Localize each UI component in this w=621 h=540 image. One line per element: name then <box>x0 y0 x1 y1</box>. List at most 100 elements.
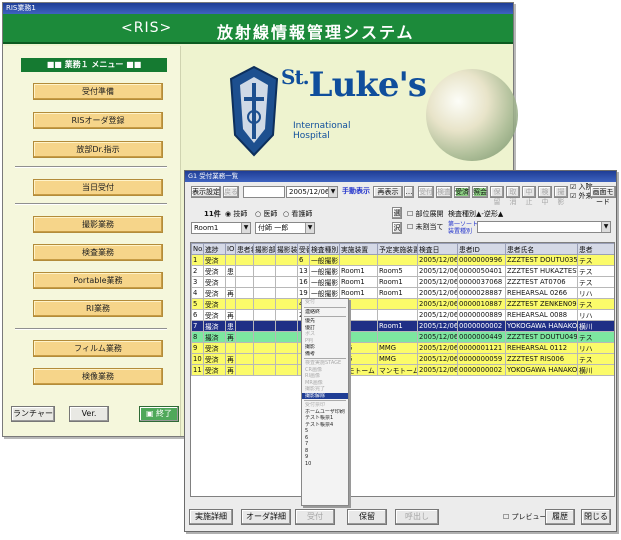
redisplay-options-button[interactable]: … <box>404 186 414 198</box>
context-menu-item[interactable]: 検査実施STAGE <box>302 360 348 367</box>
column-header[interactable]: 検査種別 <box>309 243 340 255</box>
table-cell-kana: テス <box>577 254 614 266</box>
back-button[interactable]: 戻る <box>223 186 239 198</box>
menu-button-today-reception[interactable]: 当日受付 <box>33 179 163 196</box>
redisplay-button[interactable]: 再表示 <box>373 186 403 198</box>
column-header[interactable]: 進捗 <box>203 243 226 255</box>
toolbar-button-accept[interactable]: 受付 <box>418 186 434 198</box>
column-header[interactable]: IO <box>225 243 236 255</box>
table-cell-io: 再 <box>225 353 236 365</box>
context-menu-item[interactable]: 連絡終 <box>302 309 348 316</box>
context-menu-item[interactable]: 撮影解除 <box>302 392 348 399</box>
chevron-down-icon[interactable]: ▼ <box>601 222 610 232</box>
order-detail-button[interactable]: オーダ詳細 <box>241 509 291 525</box>
display-settings-button[interactable]: 表示設定 <box>191 186 221 198</box>
table-row[interactable]: 5受済4一般撮影2005/12/060000010887ZZZTEST ZENK… <box>191 298 614 310</box>
context-menu-item[interactable]: 備考 <box>302 351 348 358</box>
date-field[interactable]: 2005/12/06 ▼ <box>286 186 338 198</box>
column-header[interactable]: No. <box>191 243 204 255</box>
column-header[interactable]: 患者 <box>577 243 614 255</box>
select-button-1[interactable]: 選 <box>392 207 402 219</box>
toolbar-button-imaging[interactable]: 撮影 <box>554 186 568 206</box>
toolbar-button-examining[interactable]: 検中 <box>538 186 552 206</box>
select-button-2[interactable]: 沢 <box>392 222 402 234</box>
table-cell-exec <box>339 254 378 266</box>
table-row[interactable]: 11 受済再ンモトーム マンモトーム 2005/12/06 0000000002 YOKO… <box>191 364 614 376</box>
menu-button-image-check[interactable]: 検像業務 <box>33 368 163 385</box>
column-header[interactable]: 患者状 <box>235 243 254 255</box>
exec-detail-button[interactable]: 実施詳細 <box>189 509 233 525</box>
manual-display-button[interactable]: 手動表示 <box>340 186 372 198</box>
chevron-down-icon[interactable]: ▼ <box>328 187 337 197</box>
toolbar-button-cancel[interactable]: 取消 <box>506 186 520 206</box>
launcher-button[interactable]: ランチャー <box>11 406 55 422</box>
column-header[interactable]: 受番 <box>297 243 310 255</box>
toolbar-button-inquiry[interactable]: 照会 <box>472 186 488 198</box>
menu-button-ris-order[interactable]: RISオーダ登録 <box>33 112 163 129</box>
table-cell-kana: リハ <box>577 342 614 354</box>
column-header[interactable]: 患者ID <box>457 243 506 255</box>
table-row[interactable]: 7 撮済患 Room1 2005/12/06 0000000002 YOKOGAWA HA… <box>191 320 614 332</box>
screen-mode-button[interactable]: 画面モード <box>590 186 616 206</box>
table-row[interactable]: 4 受済再 19 一般撮影 Room1 Room1 2005/12/06 0000028887… <box>191 287 614 299</box>
table-row[interactable]: 9受済MGMMG2005/12/060000001121REHEARSAL 01… <box>191 342 614 354</box>
blank-field[interactable] <box>243 186 285 198</box>
table-cell-name: ZZZTEST HUKAZTEST041 <box>505 265 578 277</box>
table-cell-pid: 0000001121 <box>457 342 506 354</box>
accept-button[interactable]: 受付 <box>295 509 335 525</box>
banner-ris-label: <RIS> <box>121 20 173 36</box>
column-header[interactable]: 検査日 <box>417 243 458 255</box>
window-titlebar[interactable]: RIS業務1 <box>3 3 513 14</box>
table-cell-name: ZZZTEST AT0706 <box>505 276 578 288</box>
unassigned-checkbox[interactable]: ☐ 未割当て <box>407 222 444 232</box>
table-row[interactable]: 3 受済 16 一般撮影 Room1 Room1 2005/12/06 0000037068 Z… <box>191 276 614 288</box>
column-header[interactable]: 予定実施装置 <box>377 243 418 255</box>
chevron-down-icon[interactable]: ▼ <box>305 223 314 233</box>
version-button[interactable]: Ver. <box>69 406 109 422</box>
table-row[interactable]: 2 受済患 13 一般撮影 Room1 Room5 2005/12/06 0000050401… <box>191 265 614 277</box>
table-row[interactable]: 1 受済 6 一般撮影 2005/12/06 0000000996 ZZZTEST DOUT… <box>191 254 614 266</box>
hold-button[interactable]: 保留 <box>347 509 387 525</box>
radio-tech[interactable]: ◉ 技師 <box>225 209 247 219</box>
menu-button-examination[interactable]: 検査業務 <box>33 244 163 261</box>
toolbar-button-stop[interactable]: 中止 <box>522 186 536 206</box>
table-cell-name: ZZZTEST ZENKEN096 <box>505 298 578 310</box>
toolbar-button-hold[interactable]: 保留 <box>490 186 504 206</box>
table-row[interactable]: 8 撮済再 2005/12/06 0000000449 ZZZTEST DOUTU049… <box>191 331 614 343</box>
preview-checkbox[interactable]: ☐ プレビュー <box>503 512 547 522</box>
menu-button-ri[interactable]: RI業務 <box>33 300 163 317</box>
column-header[interactable]: 撮影部位 <box>253 243 276 255</box>
table-row[interactable]: 6受済再24一般撮影2005/12/060000000889REHEARSAL … <box>191 309 614 321</box>
menu-button-reception-prep[interactable]: 受付準備 <box>33 83 163 100</box>
table-cell-no: 8 <box>191 331 204 343</box>
menu-button-portable[interactable]: Portable業務 <box>33 272 163 289</box>
recall-button[interactable]: 呼出し <box>395 509 439 525</box>
table-row[interactable]: 10受済再MGMMG2005/12/060000000059ZZZTEST RI… <box>191 353 614 365</box>
table-cell-part <box>253 320 276 332</box>
toolbar-button-received[interactable]: 受済 <box>454 186 470 198</box>
column-header[interactable]: 撮影装置 <box>275 243 298 255</box>
close-button[interactable]: 閉じる <box>581 509 611 525</box>
exit-button[interactable]: ▣ 終了 <box>139 406 179 422</box>
history-button[interactable]: 履歴 <box>545 509 575 525</box>
menu-button-film[interactable]: フィルム業務 <box>33 340 163 357</box>
radio-nurse[interactable]: ○ 看護師 <box>283 209 312 219</box>
radio-doctor[interactable]: ○ 医師 <box>255 209 277 219</box>
chevron-down-icon[interactable]: ▼ <box>241 223 250 233</box>
attendant-select[interactable]: 付師 一郎 ▼ <box>255 222 315 234</box>
column-header[interactable]: 実施装置 <box>339 243 378 255</box>
table-cell-name: YOKOGAWA HANAKO <box>505 364 578 376</box>
sort-select[interactable]: ▼ <box>477 221 611 233</box>
table-cell-io: 再 <box>225 309 236 321</box>
table-cell-date: 2005/12/06 <box>417 364 458 376</box>
column-header[interactable]: 患者氏名 <box>505 243 578 255</box>
window-titlebar[interactable]: G1 受付業務一覧 <box>185 171 616 182</box>
region-expand-checkbox[interactable]: ☐ 部位展開 <box>407 209 444 219</box>
room-select[interactable]: Room1 ▼ <box>191 222 251 234</box>
menu-button-imaging[interactable]: 撮影業務 <box>33 216 163 233</box>
context-menu-item[interactable]: 10 <box>302 461 348 468</box>
toolbar-button-exam[interactable]: 検査 <box>436 186 452 198</box>
table-cell-name: YOKOGAWA HANAKO <box>505 320 578 332</box>
menu-button-doctor-instruction[interactable]: 放部Dr.指示 <box>33 141 163 158</box>
context-menu-item[interactable]: 受付 <box>302 299 348 306</box>
